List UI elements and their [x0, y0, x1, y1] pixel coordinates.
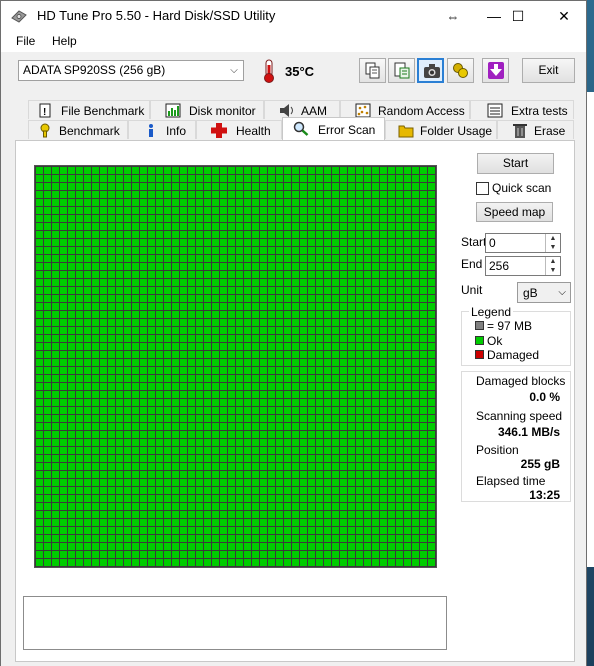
background-window-edge	[586, 92, 594, 567]
spin-up-icon[interactable]: ▲	[545, 234, 560, 243]
temperature-readout: 35°C	[285, 64, 314, 79]
elapsed-time-value: 13:25	[529, 488, 560, 502]
svg-text:!: !	[43, 107, 46, 118]
file-benchmark-icon: !	[39, 103, 51, 118]
random-access-icon	[355, 103, 371, 118]
title-bar[interactable]: HD Tune Pro 5.50 - Hard Disk/SSD Utility…	[1, 1, 586, 32]
trash-icon	[513, 124, 527, 138]
info-icon	[149, 124, 153, 137]
tab-error-scan[interactable]: Error Scan	[282, 117, 385, 140]
temperature-value: 35	[285, 64, 300, 79]
unit-label: Unit	[461, 283, 483, 297]
scan-log-box[interactable]	[23, 596, 447, 650]
benchmark-icon	[40, 123, 50, 138]
end-value: 256	[489, 259, 510, 273]
tab-file-benchmark[interactable]: ! File Benchmark	[28, 100, 150, 119]
scanning-speed-value: 346.1 MB/s	[497, 425, 560, 439]
extra-tests-icon	[487, 103, 503, 118]
tab-info[interactable]: Info	[128, 120, 196, 139]
camera-icon	[424, 64, 440, 78]
spin-down-icon[interactable]: ▼	[545, 243, 560, 252]
disk-monitor-icon	[165, 103, 181, 118]
tab-health[interactable]: Health	[196, 120, 282, 139]
damaged-blocks-value: 0.0 %	[529, 390, 560, 404]
legend-title: Legend	[469, 305, 514, 319]
minimize-to-tray-button[interactable]	[482, 58, 509, 83]
screenshot-button[interactable]	[417, 58, 444, 83]
toolbar: ADATA SP920SS (256 gB) ⌵ 35°C Exit	[1, 52, 586, 92]
start-scan-button[interactable]: Start	[477, 153, 554, 174]
options-button[interactable]	[447, 58, 474, 83]
folder-icon	[398, 125, 414, 138]
chevron-down-icon: ⌵	[230, 65, 238, 76]
elapsed-time-label: Elapsed time	[476, 474, 546, 488]
tab-folder-usage[interactable]: Folder Usage	[385, 120, 497, 139]
legend-damaged-swatch	[475, 350, 484, 359]
position-value: 255 gB	[520, 457, 560, 471]
spin-down-icon[interactable]: ▼	[545, 266, 560, 275]
maximize-button[interactable]: ☐	[495, 1, 541, 32]
spin-up-icon[interactable]: ▲	[545, 257, 560, 266]
health-cross-icon	[211, 123, 227, 138]
options-icon	[453, 63, 468, 78]
speed-map-button[interactable]: Speed map	[476, 202, 553, 222]
download-arrow-icon	[488, 62, 504, 79]
tab-disk-monitor[interactable]: Disk monitor	[150, 100, 264, 119]
drive-select-value: ADATA SP920SS (256 gB)	[23, 63, 166, 77]
end-spinbox[interactable]: 256 ▲ ▼	[485, 256, 561, 276]
close-button[interactable]: ✕	[541, 1, 587, 32]
tab-benchmark[interactable]: Benchmark	[28, 120, 128, 139]
unit-value: gB	[523, 286, 538, 300]
unit-select[interactable]: gB ⌵	[517, 282, 571, 303]
end-field-label: End	[461, 257, 483, 271]
tab-extra-tests[interactable]: Extra tests	[470, 100, 574, 119]
drive-select[interactable]: ADATA SP920SS (256 gB) ⌵	[18, 60, 244, 81]
scanning-speed-label: Scanning speed	[476, 409, 563, 423]
magnifier-icon	[293, 121, 309, 136]
tab-erase[interactable]: Erase	[497, 120, 574, 139]
window-title: HD Tune Pro 5.50 - Hard Disk/SSD Utility	[37, 8, 276, 23]
legend-damaged-label: Damaged	[487, 348, 540, 362]
menu-file[interactable]: File	[16, 34, 35, 48]
copy-button[interactable]	[359, 58, 386, 83]
menu-help[interactable]: Help	[52, 34, 77, 48]
position-label: Position	[476, 443, 519, 457]
resize-arrows-icon[interactable]: ⇔	[430, 1, 476, 32]
scan-block-map	[34, 165, 437, 568]
quick-scan-checkbox[interactable]	[476, 182, 489, 195]
menu-bar: File Help	[1, 32, 586, 52]
speaker-icon	[280, 104, 293, 117]
scan-block-grid	[35, 166, 436, 567]
legend-ok-swatch	[475, 336, 484, 345]
hd-tune-app-icon	[11, 10, 27, 23]
chevron-down-icon: ⌵	[558, 287, 566, 298]
thermometer-icon	[264, 59, 274, 83]
start-spinbox[interactable]: 0 ▲ ▼	[485, 233, 561, 253]
copy-icon	[365, 62, 380, 79]
legend-ok-label: Ok	[487, 334, 503, 348]
legend-block-size: = 97 MB	[487, 319, 533, 333]
start-value: 0	[489, 236, 496, 250]
temperature-unit: °C	[299, 64, 315, 79]
app-window: HD Tune Pro 5.50 - Hard Disk/SSD Utility…	[0, 0, 587, 666]
legend-unscanned-swatch	[475, 321, 484, 330]
save-report-button[interactable]	[388, 58, 415, 83]
damaged-blocks-label: Damaged blocks	[476, 374, 566, 388]
quick-scan-label[interactable]: Quick scan	[492, 181, 551, 195]
exit-button[interactable]: Exit	[522, 58, 575, 83]
report-icon	[394, 62, 410, 79]
start-field-label: Start	[461, 235, 487, 249]
